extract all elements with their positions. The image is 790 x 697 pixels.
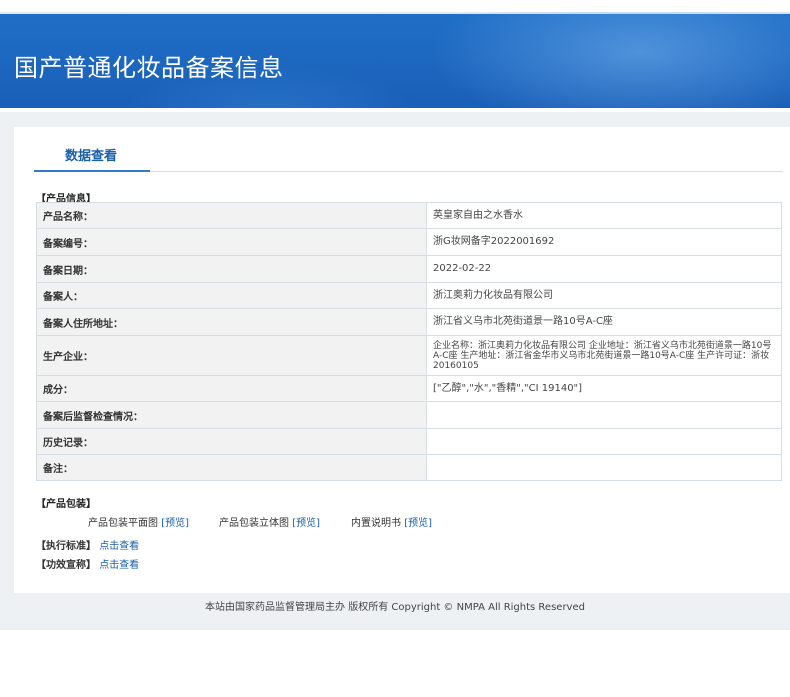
tab-active-indicator — [34, 170, 150, 172]
package-item: 产品包装平面图 [预览] — [88, 514, 189, 529]
preview-link[interactable]: [预览] — [161, 518, 189, 529]
row-label: 产品名称： — [36, 202, 427, 229]
row-value — [426, 454, 782, 481]
row-value: 2022-02-22 — [426, 255, 782, 283]
row-label: 备案人住所地址： — [36, 308, 427, 336]
row-value: 英皇家自由之水香水 — [426, 202, 782, 229]
table-row: 成分： ["乙醇","水","香精","CI 19140"] — [36, 375, 782, 402]
section-title-package: 【产品包装】 — [36, 499, 96, 510]
tab-data-view[interactable]: 数据查看 — [65, 145, 117, 164]
table-row: 生产企业： 企业名称：浙江奥莉力化妆品有限公司 企业地址：浙江省义乌市北苑街道景… — [36, 335, 782, 376]
preview-link[interactable]: [预览] — [292, 518, 320, 529]
table-row: 备案后监督检查情况： — [36, 401, 782, 429]
page-title: 国产普通化妆品备案信息 — [14, 54, 284, 82]
preview-link[interactable]: [预览] — [404, 518, 432, 529]
table-row: 备案人： 浙江奥莉力化妆品有限公司 — [36, 282, 782, 309]
row-value: ["乙醇","水","香精","CI 19140"] — [426, 375, 782, 402]
section-title-standard: 【执行标准】 — [36, 541, 96, 552]
row-label: 成分： — [36, 375, 427, 402]
table-row: 备注： — [36, 454, 782, 481]
row-label: 备案后监督检查情况： — [36, 401, 427, 429]
row-label: 备案日期： — [36, 255, 427, 283]
package-item-label: 产品包装立体图 — [219, 518, 289, 529]
row-label: 备案编号： — [36, 228, 427, 256]
table-row: 产品名称： 英皇家自由之水香水 — [36, 202, 782, 229]
package-item-label: 产品包装平面图 — [88, 518, 158, 529]
row-value: 浙江奥莉力化妆品有限公司 — [426, 282, 782, 309]
package-item: 产品包装立体图 [预览] — [219, 514, 320, 529]
row-label: 备注： — [36, 454, 427, 481]
standard-row: 【执行标准】 点击查看 — [36, 537, 139, 552]
section-title-efficacy: 【功效宣称】 — [36, 560, 96, 571]
table-row: 历史记录： — [36, 428, 782, 455]
footer-copyright: 本站由国家药品监督管理局主办 版权所有 Copyright © NMPA All… — [205, 602, 585, 613]
row-label: 备案人： — [36, 282, 427, 309]
product-info-table: 产品名称： 英皇家自由之水香水 备案编号： 浙G妆网备字2022001692 备… — [36, 202, 782, 481]
table-row: 备案编号： 浙G妆网备字2022001692 — [36, 228, 782, 256]
package-item: 内置说明书 [预览] — [351, 514, 432, 529]
row-value: 企业名称：浙江奥莉力化妆品有限公司 企业地址：浙江省义乌市北苑街道景一路10号A… — [426, 335, 782, 376]
efficacy-row: 【功效宣称】 点击查看 — [36, 556, 139, 571]
table-row: 备案人住所地址： 浙江省义乌市北苑街道景一路10号A-C座 — [36, 308, 782, 336]
header-banner: 国产普通化妆品备案信息 — [0, 12, 790, 108]
row-label: 生产企业： — [36, 335, 427, 376]
row-value: 浙江省义乌市北苑街道景一路10号A-C座 — [426, 308, 782, 336]
standard-view-link[interactable]: 点击查看 — [99, 541, 139, 552]
efficacy-view-link[interactable]: 点击查看 — [99, 560, 139, 571]
banner-decoration — [430, 12, 790, 108]
row-value: 浙G妆网备字2022001692 — [426, 228, 782, 256]
row-value — [426, 428, 782, 455]
table-row: 备案日期： 2022-02-22 — [36, 255, 782, 283]
row-value — [426, 401, 782, 429]
package-item-label: 内置说明书 — [351, 518, 401, 529]
row-label: 历史记录： — [36, 428, 427, 455]
